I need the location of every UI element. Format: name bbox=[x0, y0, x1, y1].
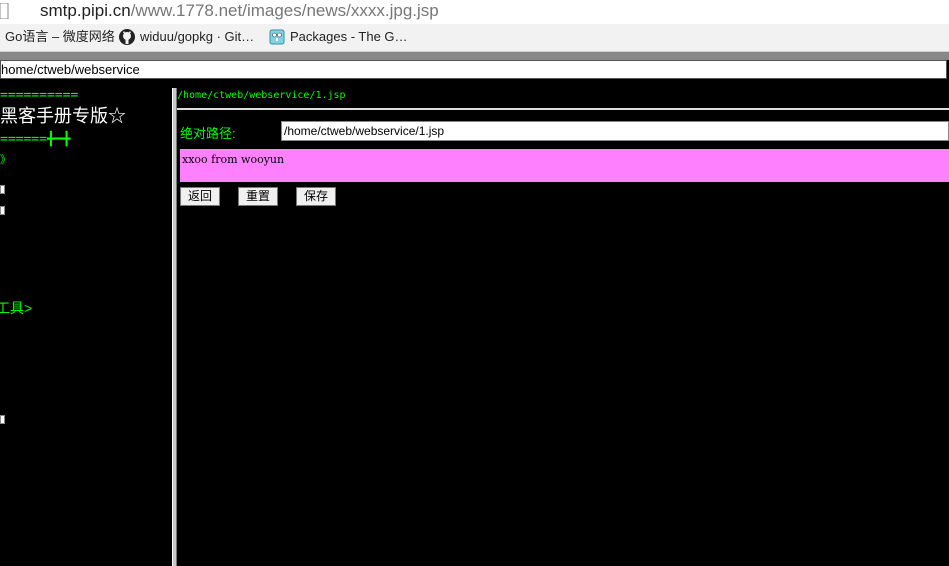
left-rule-1: ========== bbox=[0, 88, 79, 103]
top-path-input[interactable] bbox=[0, 60, 947, 79]
address-bar[interactable]: smtp.pipi.cn/www.1778.net/images/news/xx… bbox=[0, 0, 949, 24]
left-menu-item-marker[interactable] bbox=[0, 206, 5, 215]
url-host: smtp.pipi.cn bbox=[40, 1, 131, 20]
go-gopher-icon bbox=[269, 29, 285, 45]
page-icon bbox=[0, 3, 9, 19]
bookmark-label: widuu/gopkg · Git… bbox=[140, 29, 255, 44]
left-menu-item-marker[interactable] bbox=[0, 185, 5, 194]
bookmark-gopkg[interactable]: widuu/gopkg · Git… bbox=[119, 28, 254, 46]
url-path: /www.1778.net/images/news/xxxx.jpg.jsp bbox=[130, 1, 439, 20]
bookmark-label: Go语言 – 微度网络 bbox=[5, 29, 115, 44]
left-tools-link[interactable]: 工具> bbox=[0, 298, 32, 318]
bookmark-label: Packages - The G… bbox=[290, 29, 408, 44]
spacer bbox=[0, 79, 949, 88]
absolute-path-input[interactable] bbox=[281, 121, 949, 141]
left-title: 黑客手册专版☆ bbox=[0, 106, 126, 127]
file-path-header: /home/ctweb/webservice/1.jsp bbox=[177, 90, 346, 101]
absolute-path-label: 绝对路径: bbox=[180, 126, 236, 141]
left-frame: ========== 黑客手册专版☆ ======╋━╋ 》 工具> bbox=[0, 88, 172, 566]
reset-button[interactable]: 重置 bbox=[238, 187, 278, 206]
left-menu-arrow[interactable]: 》 bbox=[0, 151, 11, 167]
github-icon bbox=[119, 29, 135, 45]
editor-frame: /home/ctweb/webservice/1.jsp 绝对路径: xxoo … bbox=[177, 88, 949, 566]
divider bbox=[177, 108, 949, 110]
url-text[interactable]: smtp.pipi.cn/www.1778.net/images/news/xx… bbox=[40, 1, 439, 21]
file-content-textarea[interactable]: xxoo from wooyun bbox=[180, 149, 949, 182]
bookmark-go[interactable]: Go语言 – 微度网络 bbox=[5, 28, 115, 46]
bookmark-packages[interactable]: Packages - The G… bbox=[269, 28, 408, 46]
left-menu-item-marker[interactable] bbox=[0, 415, 5, 424]
left-rule-2: ======╋━╋ bbox=[0, 132, 71, 147]
bookmarks-bar: Go语言 – 微度网络 widuu/gopkg · Git… Packages … bbox=[0, 24, 949, 52]
back-button[interactable]: 返回 bbox=[180, 187, 220, 206]
frame-border bbox=[0, 52, 949, 60]
save-button[interactable]: 保存 bbox=[296, 187, 336, 206]
